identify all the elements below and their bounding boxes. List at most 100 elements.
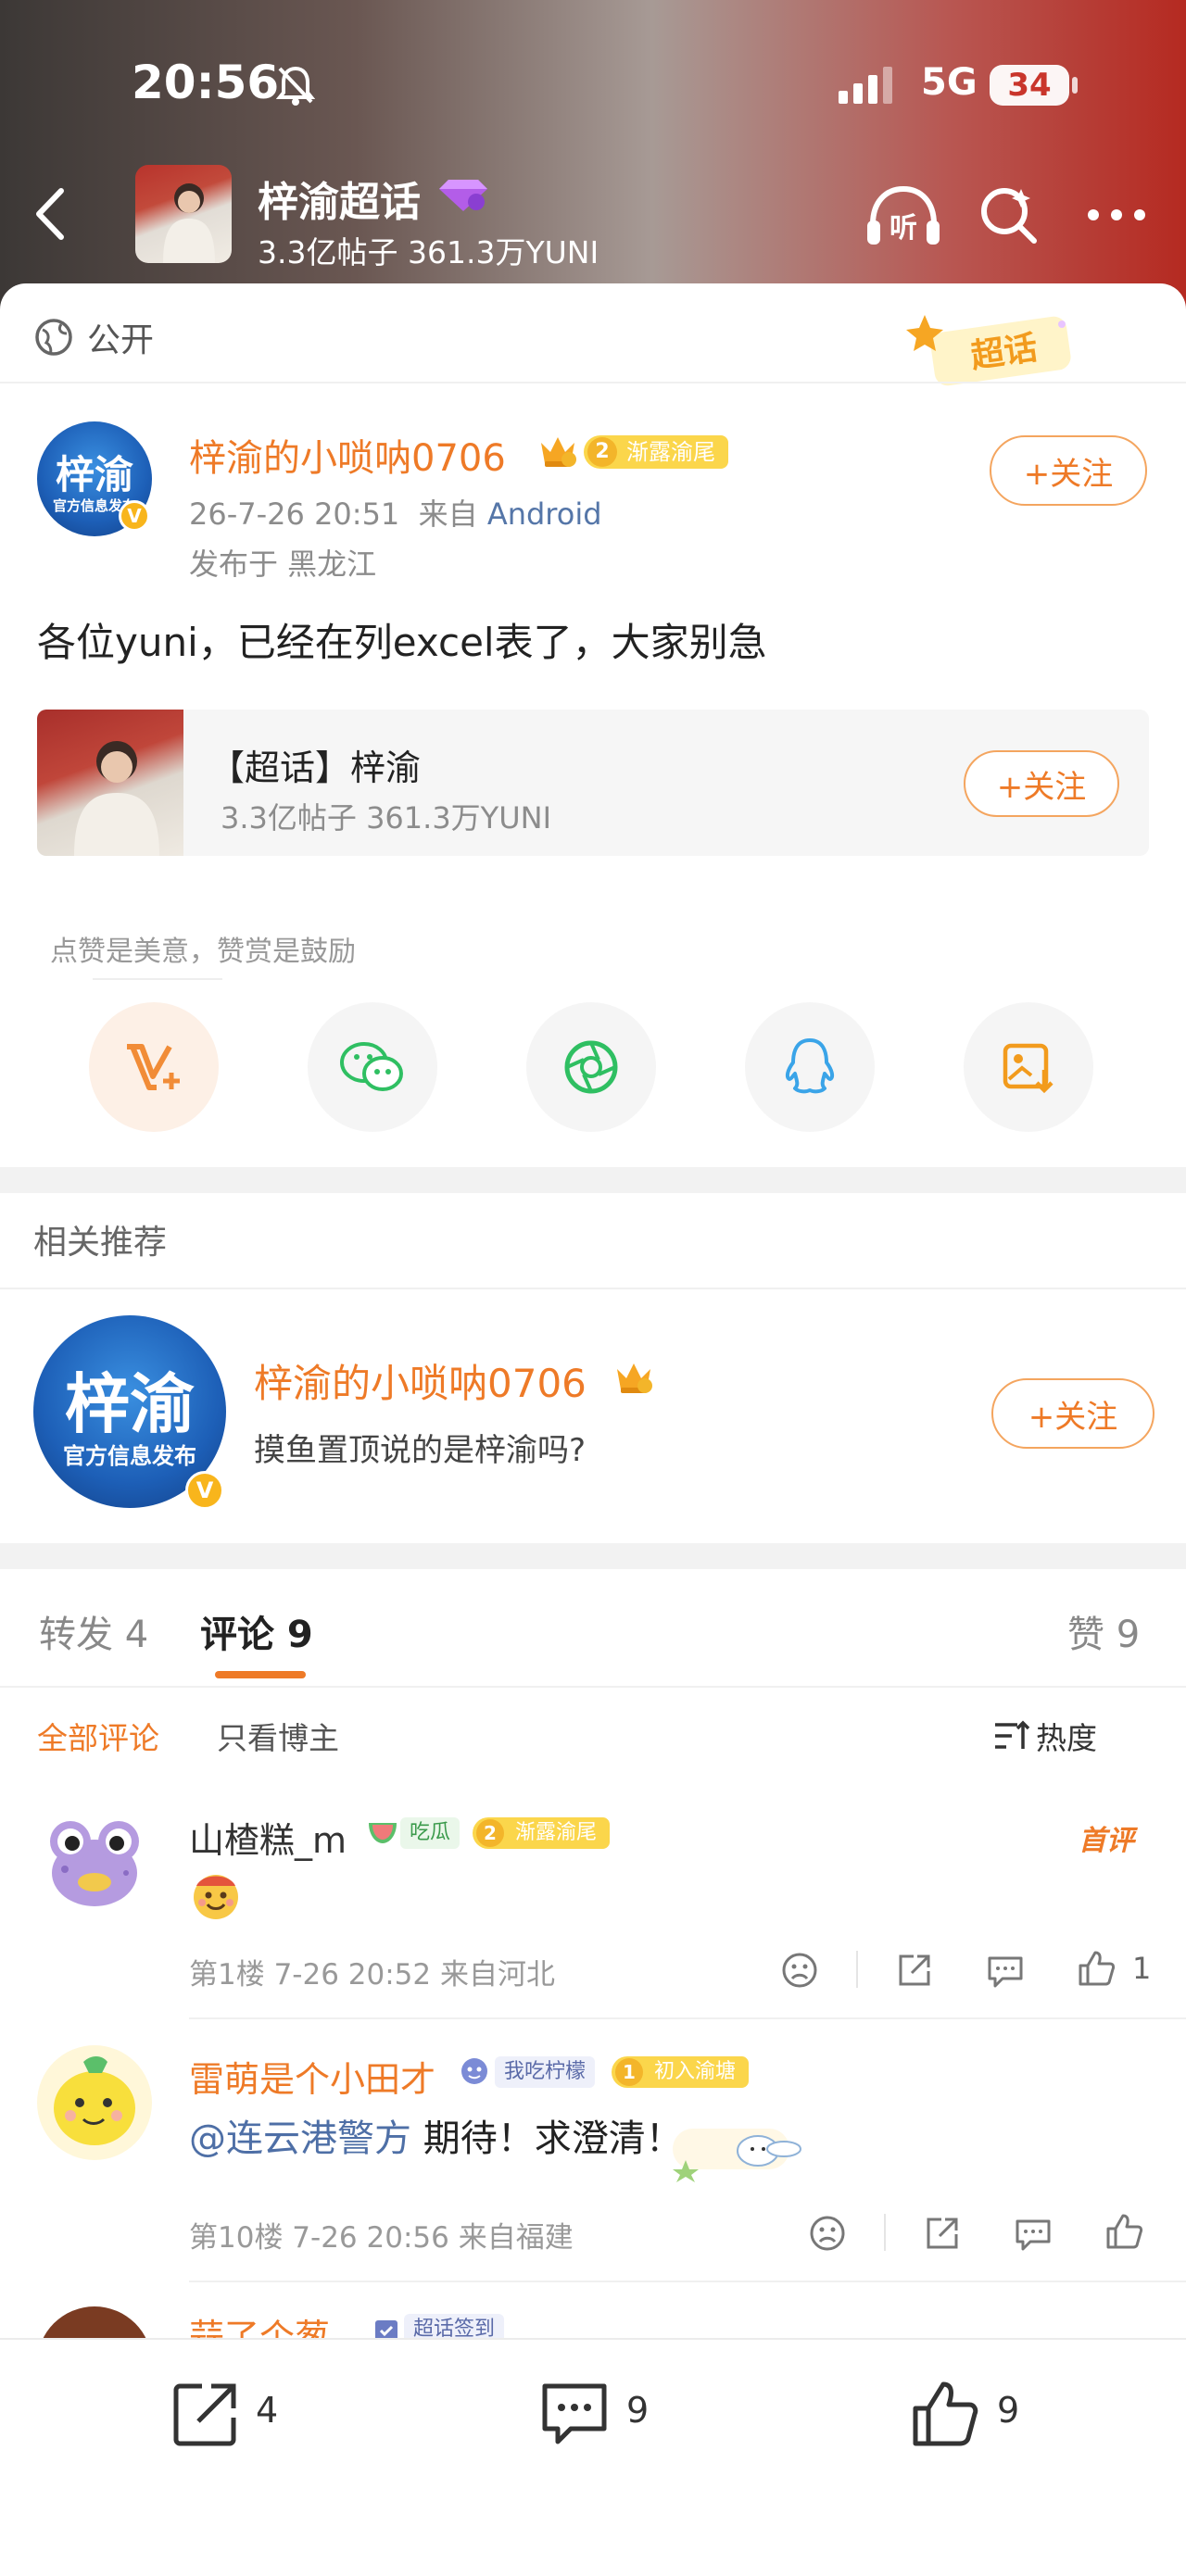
post-source[interactable]: Android	[487, 496, 602, 532]
super-topic-badge: 超话	[906, 315, 1071, 386]
reward-button[interactable]	[89, 1002, 219, 1132]
fan-level-tag: 1 初入渝塘	[612, 2056, 750, 2088]
share-icon[interactable]	[895, 1951, 934, 1990]
fan-level-number: 2	[476, 1819, 504, 1847]
verified-badge: V	[119, 500, 150, 532]
reply-icon[interactable]	[1014, 2216, 1053, 2253]
topic-title: 梓渝超话	[258, 179, 421, 226]
section-gap	[0, 1543, 1186, 1569]
avatar-subtitle: 官方信息发布	[63, 1443, 196, 1469]
comment-divider	[189, 2281, 1186, 2282]
fan-level-tag: 2 渐露渝尾	[584, 435, 728, 469]
related-header: 相关推荐	[33, 1224, 168, 1262]
reward-pointer	[93, 978, 222, 980]
like-icon[interactable]	[910, 2379, 980, 2449]
bottom-action-bar	[0, 2338, 1186, 2576]
sort-by-hot[interactable]: 热度	[1036, 1714, 1097, 1758]
sort-icon[interactable]	[993, 1719, 1030, 1753]
post-body: 各位yuni，已经在列excel表了，大家别急	[37, 620, 767, 665]
save-image-button[interactable]	[964, 1002, 1093, 1132]
comment-icon[interactable]	[539, 2379, 610, 2449]
tab-comments[interactable]: 评论 9	[200, 1604, 313, 1658]
globe-icon	[35, 319, 72, 356]
dislike-icon[interactable]	[808, 2214, 847, 2253]
back-arrow-icon[interactable]	[26, 182, 74, 246]
post-meta: 26-7-26 20:51 来自 Android	[189, 491, 602, 534]
follow-topic-button[interactable]: +关注	[964, 750, 1119, 817]
first-comment-tag: 首评	[1079, 1825, 1134, 1857]
comment-count: 9	[626, 2390, 650, 2431]
repost-count: 4	[256, 2390, 279, 2431]
comment-avatar[interactable]	[37, 2045, 152, 2160]
topic-card-stats: 3.3亿帖子 361.3万YUNI	[221, 800, 552, 836]
tab-repost[interactable]: 转发 4	[39, 1604, 148, 1658]
reward-v-icon	[127, 1044, 180, 1090]
post-time: 26-7-26 20:51	[189, 496, 400, 532]
diamond-icon	[439, 180, 487, 211]
dislike-icon[interactable]	[780, 1951, 819, 1990]
signal-icon	[839, 67, 892, 104]
comment-badge: 我吃柠檬	[495, 2056, 596, 2088]
topic-header: 20:56 5G 34 梓渝超话 3.3亿帖子 361.3万YUNI 听	[0, 0, 1186, 315]
reply-icon[interactable]	[986, 1953, 1025, 1990]
tab-likes[interactable]: 赞 9	[1067, 1604, 1140, 1658]
share-moments-button[interactable]	[526, 1002, 656, 1132]
person-photo-icon	[163, 183, 215, 263]
filter-all-comments[interactable]: 全部评论	[37, 1714, 159, 1758]
visibility-row: 公开	[33, 311, 154, 363]
source-prefix: 来自	[418, 496, 478, 532]
topic-stats: 3.3亿帖子 361.3万YUNI	[258, 234, 599, 270]
comment-avatar[interactable]	[37, 1804, 152, 1919]
follow-author-button[interactable]: +关注	[990, 435, 1147, 506]
action-divider	[884, 2214, 886, 2251]
share-qq-button[interactable]	[745, 1002, 875, 1132]
frog-avatar-icon	[50, 1821, 139, 1906]
fan-level-number: 1	[615, 2058, 643, 2086]
svg-text:听: 听	[890, 212, 917, 245]
topic-avatar[interactable]	[135, 165, 232, 263]
comment-meta: 第10楼 7-26 20:56 来自福建	[189, 2221, 574, 2255]
avatar-title: 梓渝	[65, 1366, 195, 1442]
badge-face-icon	[461, 2058, 487, 2084]
comment-text-body: 期待！求澄清！	[411, 2117, 683, 2160]
follow-related-button[interactable]: +关注	[991, 1378, 1154, 1449]
fan-level-number: 2	[587, 437, 617, 467]
qq-icon	[785, 1038, 835, 1094]
divider	[0, 1686, 1186, 1688]
watermelon-icon	[369, 1823, 397, 1843]
more-icon[interactable]	[1086, 207, 1147, 222]
divider	[0, 1288, 1186, 1289]
repost-icon[interactable]	[170, 2379, 241, 2449]
comment-author[interactable]: 山楂糕_m	[189, 1812, 347, 1863]
search-icon[interactable]	[978, 185, 1040, 246]
share-wechat-button[interactable]	[308, 1002, 437, 1132]
status-time: 20:56	[132, 56, 280, 109]
share-icon[interactable]	[923, 2214, 962, 2253]
network-type: 5G	[921, 61, 978, 104]
save-image-icon	[1003, 1043, 1054, 1094]
comment-meta: 第1楼 7-26 20:52 来自河北	[189, 1958, 555, 1992]
mention-link[interactable]: @连云港警方	[189, 2117, 411, 2160]
post-location: 发布于 黑龙江	[189, 547, 377, 582]
author-name[interactable]: 梓渝的小唢呐0706	[189, 428, 506, 482]
emoji-sticker-icon	[194, 1875, 238, 1919]
like-icon[interactable]	[1104, 2212, 1143, 2251]
section-gap	[0, 1167, 1186, 1193]
fan-level-tag: 2 渐露渝尾	[473, 1817, 611, 1849]
like-icon[interactable]	[1077, 1949, 1116, 1988]
lemon-avatar-icon	[54, 2056, 135, 2145]
moments-icon	[564, 1040, 618, 1094]
crown-icon	[541, 437, 576, 467]
topic-card-title: 【超话】梓渝	[209, 748, 422, 788]
comment-author[interactable]: 雷萌是个小田才	[189, 2051, 435, 2102]
related-author-name[interactable]: 梓渝的小唢呐0706	[254, 1352, 587, 1409]
wechat-icon	[340, 1042, 403, 1091]
reward-hint: 点赞是美意，赞赏是鼓励	[50, 936, 356, 968]
related-desc: 摸鱼置顶说的是梓渝吗?	[254, 1432, 587, 1469]
filter-author-only[interactable]: 只看博主	[217, 1714, 339, 1758]
listen-icon[interactable]: 听	[865, 183, 941, 248]
verified-badge: V	[185, 1471, 224, 1510]
fan-level-label: 渐露渝尾	[515, 1821, 598, 1844]
bell-muted-icon	[276, 66, 315, 106]
action-divider	[856, 1951, 858, 1988]
